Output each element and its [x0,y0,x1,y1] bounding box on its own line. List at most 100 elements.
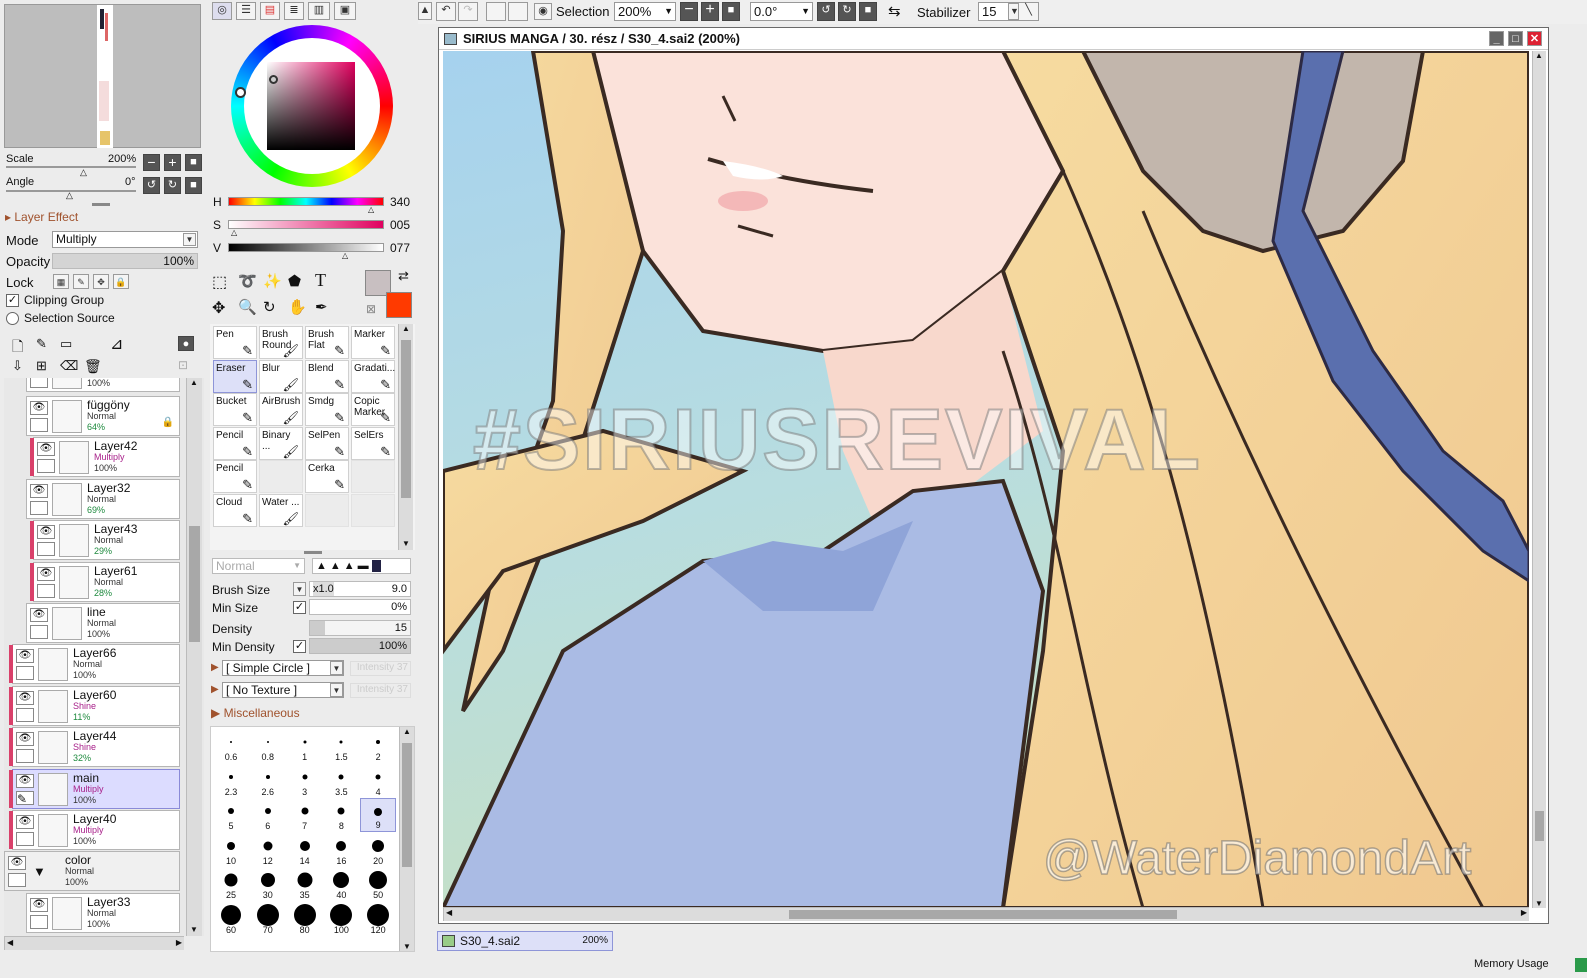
zoom-in-button[interactable]: + [701,2,719,21]
size-presets-scrollbar[interactable]: ▲ ▼ [399,727,414,951]
brush-size-preset[interactable]: 120 [360,902,396,936]
clear-layer-icon[interactable]: ⌫ [60,358,78,374]
layer-visibility-icon[interactable]: 👁 [30,401,48,415]
brush-size-preset[interactable]: 3 [287,764,323,798]
color-hsv-tab-icon[interactable]: ▤ [260,2,280,20]
scale-reset-button[interactable]: ■ [185,154,202,171]
nav-rotate-cw-button[interactable]: ↻ [164,177,181,194]
layer-item-partial[interactable]: 100% [26,378,180,392]
brush-tool[interactable]: Pencil ✎ [213,426,257,460]
nav-rotate-reset-button[interactable]: ■ [185,177,202,194]
brush-size-preset[interactable]: 35 [287,867,323,901]
brush-size-preset[interactable]: 100 [323,902,359,936]
rotate-icon[interactable]: ↻ [263,298,276,316]
navigator-preview[interactable] [4,4,201,148]
brush-size-preset[interactable]: 6 [250,798,286,832]
layer-mask-icon[interactable]: ● [178,336,194,351]
lock-move-icon[interactable]: ✥ [93,274,109,289]
angle-select[interactable]: 0.0° ▼ [750,2,813,21]
color-wheel-tab-icon[interactable]: ◎ [212,2,232,20]
brush-size-preset[interactable]: 14 [287,833,323,867]
layer-select-checkbox[interactable] [30,418,48,432]
drawing-canvas[interactable]: #SIRIUSREVIVAL @WaterDiamondArt [443,51,1529,908]
brush-size-preset[interactable]: 2.6 [250,764,286,798]
magic-wand-icon[interactable]: ✨ [263,272,282,290]
scale-down-button[interactable]: − [143,154,160,171]
minimize-button[interactable]: _ [1489,31,1504,46]
brush-size-preset[interactable]: 12 [250,833,286,867]
layer-item[interactable]: 👁 Layer44 Shine 32% [9,727,180,768]
brush-size-preset[interactable]: 4 [360,764,396,798]
layer-item[interactable]: 👁 line Normal 100% [26,603,180,643]
canvas-vscroll[interactable]: ▲ ▼ [1532,51,1546,908]
brush-tool[interactable] [305,494,349,527]
layer-item[interactable]: 👁 Layer40 Multiply 100% [9,810,180,850]
brush-size-preset[interactable]: 1 [287,729,323,763]
close-button[interactable]: ✕ [1527,31,1542,46]
texture-expand-icon[interactable]: ▶ [211,684,219,695]
undo-icon[interactable]: ↶ [436,2,456,21]
brush-size-preset[interactable]: 8 [323,798,359,832]
saturation-value-square[interactable] [267,62,355,150]
merge-down-icon[interactable]: ⊞ [36,358,47,374]
move-icon[interactable]: ✥ [212,298,225,318]
brush-size-slider[interactable]: x1.0 9.0 [309,581,411,597]
density-slider[interactable]: 15 [309,620,411,636]
layer-visibility-icon[interactable]: 👁 [30,897,48,912]
nav-rotate-ccw-button[interactable]: ↺ [143,177,160,194]
layer-visibility-icon[interactable]: 👁 [37,442,55,457]
brush-tool[interactable]: Gradati... ✎ [351,359,395,393]
sv-cursor[interactable] [269,75,278,84]
canvas-hscroll[interactable]: ◀ ▶ [443,907,1529,921]
layer-effect-toggle[interactable]: ▸ Layer Effect [5,210,78,224]
brush-size-preset[interactable]: 3.5 [323,764,359,798]
brush-tool[interactable]: Binary ... 🖌 [259,426,303,460]
brush-scroll-thumb[interactable] [401,340,411,498]
shape-intensity[interactable]: Intensity 37 [350,661,411,676]
brush-blend-select[interactable]: Normal ▼ [212,558,305,574]
brush-size-preset[interactable]: 80 [287,902,323,936]
lock-all-icon[interactable]: 🔒 [113,274,129,289]
brush-size-preset[interactable]: 0.8 [250,729,286,763]
brush-tool[interactable]: Water ... 🖌 [259,494,303,527]
brush-tool[interactable]: Cerka ✎ [305,460,349,494]
value-slider[interactable] [228,243,384,252]
brush-tool[interactable]: Blend ✎ [305,359,349,393]
brush-tool[interactable]: SelErs ✎ [351,426,395,460]
canvas-vscroll-thumb[interactable] [1535,811,1544,841]
layer-item[interactable]: 👁 Layer60 Shine 11% [9,685,180,726]
brush-size-preset[interactable]: 40 [323,867,359,901]
brush-tool[interactable]: Bucket ✎ [213,393,257,427]
zoom-reset-button[interactable]: ■ [722,2,740,21]
layer-visibility-icon[interactable]: 👁 [30,608,48,622]
brush-tool[interactable]: Cloud ✎ [213,494,257,527]
lasso-icon[interactable]: ➰ [238,272,257,290]
scale-slider[interactable] [6,166,136,168]
layer-visibility-icon[interactable]: 👁 [16,649,34,664]
layer-item[interactable]: 👁 Layer43 Normal 29% [30,520,180,561]
brush-size-preset[interactable]: 70 [250,902,286,936]
layer-select-checkbox[interactable] [16,832,34,846]
swap-colors-icon[interactable]: ⇄ [398,268,409,284]
value-thumb[interactable]: △ [342,251,348,260]
layer-visibility-icon[interactable]: 👁 [16,732,34,747]
new-folder-icon[interactable]: ▭ [60,336,72,352]
rotate-ccw-button[interactable]: ↺ [817,2,835,21]
delete-layer-icon[interactable]: 🗑 [84,358,102,375]
layer-select-checkbox[interactable] [8,873,26,888]
miscellaneous-toggle[interactable]: ▶ Miscellaneous [211,706,300,720]
brush-size-preset[interactable]: 16 [323,833,359,867]
text-tool-icon[interactable]: T [315,270,326,291]
saturation-thumb[interactable]: △ [231,228,237,237]
brush-tool[interactable] [351,460,395,494]
layer-select-checkbox[interactable]: ✎ [16,790,34,806]
transfer-down-icon[interactable]: ⇩ [12,358,23,374]
brush-tool[interactable]: Smdg ✎ [305,393,349,427]
texture-intensity[interactable]: Intensity 37 [350,683,411,698]
scale-up-button[interactable]: + [164,154,181,171]
rotate-reset-button[interactable]: ■ [859,2,877,21]
hue-thumb[interactable]: △ [368,205,374,214]
zoom-out-button[interactable]: − [680,2,698,21]
line-tool-icon[interactable]: ╲ [1018,2,1039,21]
min-size-slider[interactable]: 0% [309,599,411,615]
